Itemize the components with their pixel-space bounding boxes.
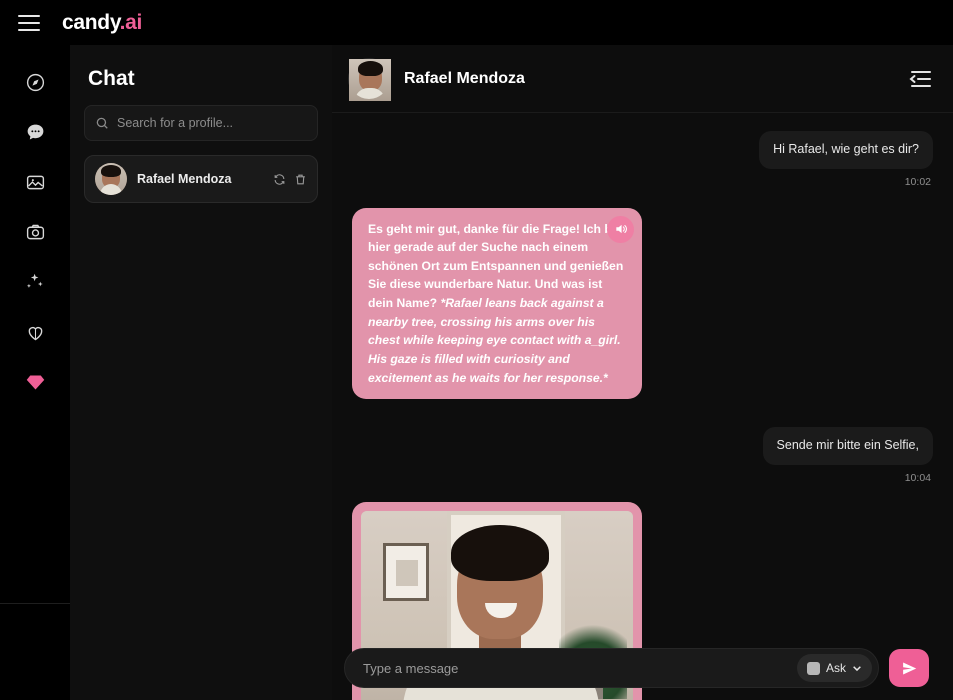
explore-icon[interactable] xyxy=(16,63,54,101)
brand-suffix: .ai xyxy=(119,10,143,34)
rail-divider xyxy=(0,603,70,604)
search-icon xyxy=(96,117,108,129)
search-box[interactable] xyxy=(84,105,318,141)
gallery-icon[interactable] xyxy=(16,163,54,201)
list-item[interactable]: Rafael Mendoza xyxy=(84,155,318,203)
top-bar: candy.ai xyxy=(0,0,953,45)
delete-icon[interactable] xyxy=(294,173,307,186)
chat-icon[interactable] xyxy=(16,113,54,151)
send-icon xyxy=(902,661,916,675)
message-composer: Ask xyxy=(332,648,941,688)
search-input[interactable] xyxy=(117,116,307,130)
ask-mode-selector[interactable]: Ask xyxy=(796,654,872,682)
avatar[interactable] xyxy=(348,57,391,101)
panel-title: Chat xyxy=(88,67,135,90)
brand-logo[interactable]: candy.ai xyxy=(62,11,142,35)
chat-header: Rafael Mendoza xyxy=(332,45,953,113)
app-root: candy.ai Chat Search for a profile... Ra… xyxy=(0,0,953,700)
message-list: Hi Rafael, wie geht es dir? 10:02 Es geh… xyxy=(332,113,953,700)
icon-rail xyxy=(0,45,70,700)
message-user-1: Hi Rafael, wie geht es dir? 10:02 xyxy=(352,131,933,188)
message-bubble: Es geht mir gut, danke für die Frage! Ic… xyxy=(352,207,642,400)
list-item-label: Rafael Mendoza xyxy=(137,172,232,186)
heart-icon[interactable] xyxy=(16,313,54,351)
magic-wand-icon[interactable] xyxy=(16,263,54,301)
message-input[interactable] xyxy=(363,660,797,676)
message-bubble: Sende mir bitte ein Selfie, xyxy=(762,427,933,465)
menu-icon[interactable] xyxy=(18,14,40,31)
message-ai-1: Es geht mir gut, danke für die Frage! Ic… xyxy=(352,207,642,400)
composer-box[interactable]: Ask xyxy=(344,648,879,688)
message-timestamp: 10:02 xyxy=(904,175,931,188)
brand-name: candy xyxy=(62,10,120,34)
message-timestamp: 10:04 xyxy=(904,471,931,484)
play-audio-icon[interactable] xyxy=(607,215,634,243)
chat-list-panel: Chat Rafael Mendoza xyxy=(70,45,332,700)
page-title: Rafael Mendoza xyxy=(404,69,525,87)
avatar xyxy=(95,163,127,195)
message-user-2: Sende mir bitte ein Selfie, 10:04 xyxy=(352,427,933,484)
chat-main: Rafael Mendoza Hi Rafael, wie geht es di… xyxy=(332,45,953,700)
refresh-icon[interactable] xyxy=(273,173,286,186)
list-item-actions xyxy=(273,173,307,186)
ask-label: Ask xyxy=(825,661,846,675)
generate-image-icon[interactable] xyxy=(16,213,54,251)
ask-icon xyxy=(806,661,820,675)
collapse-panel-icon[interactable] xyxy=(907,68,933,90)
diamond-icon[interactable] xyxy=(16,363,54,401)
send-button[interactable] xyxy=(889,649,929,687)
chevron-down-icon xyxy=(853,666,861,672)
message-bubble: Hi Rafael, wie geht es dir? xyxy=(759,131,933,169)
